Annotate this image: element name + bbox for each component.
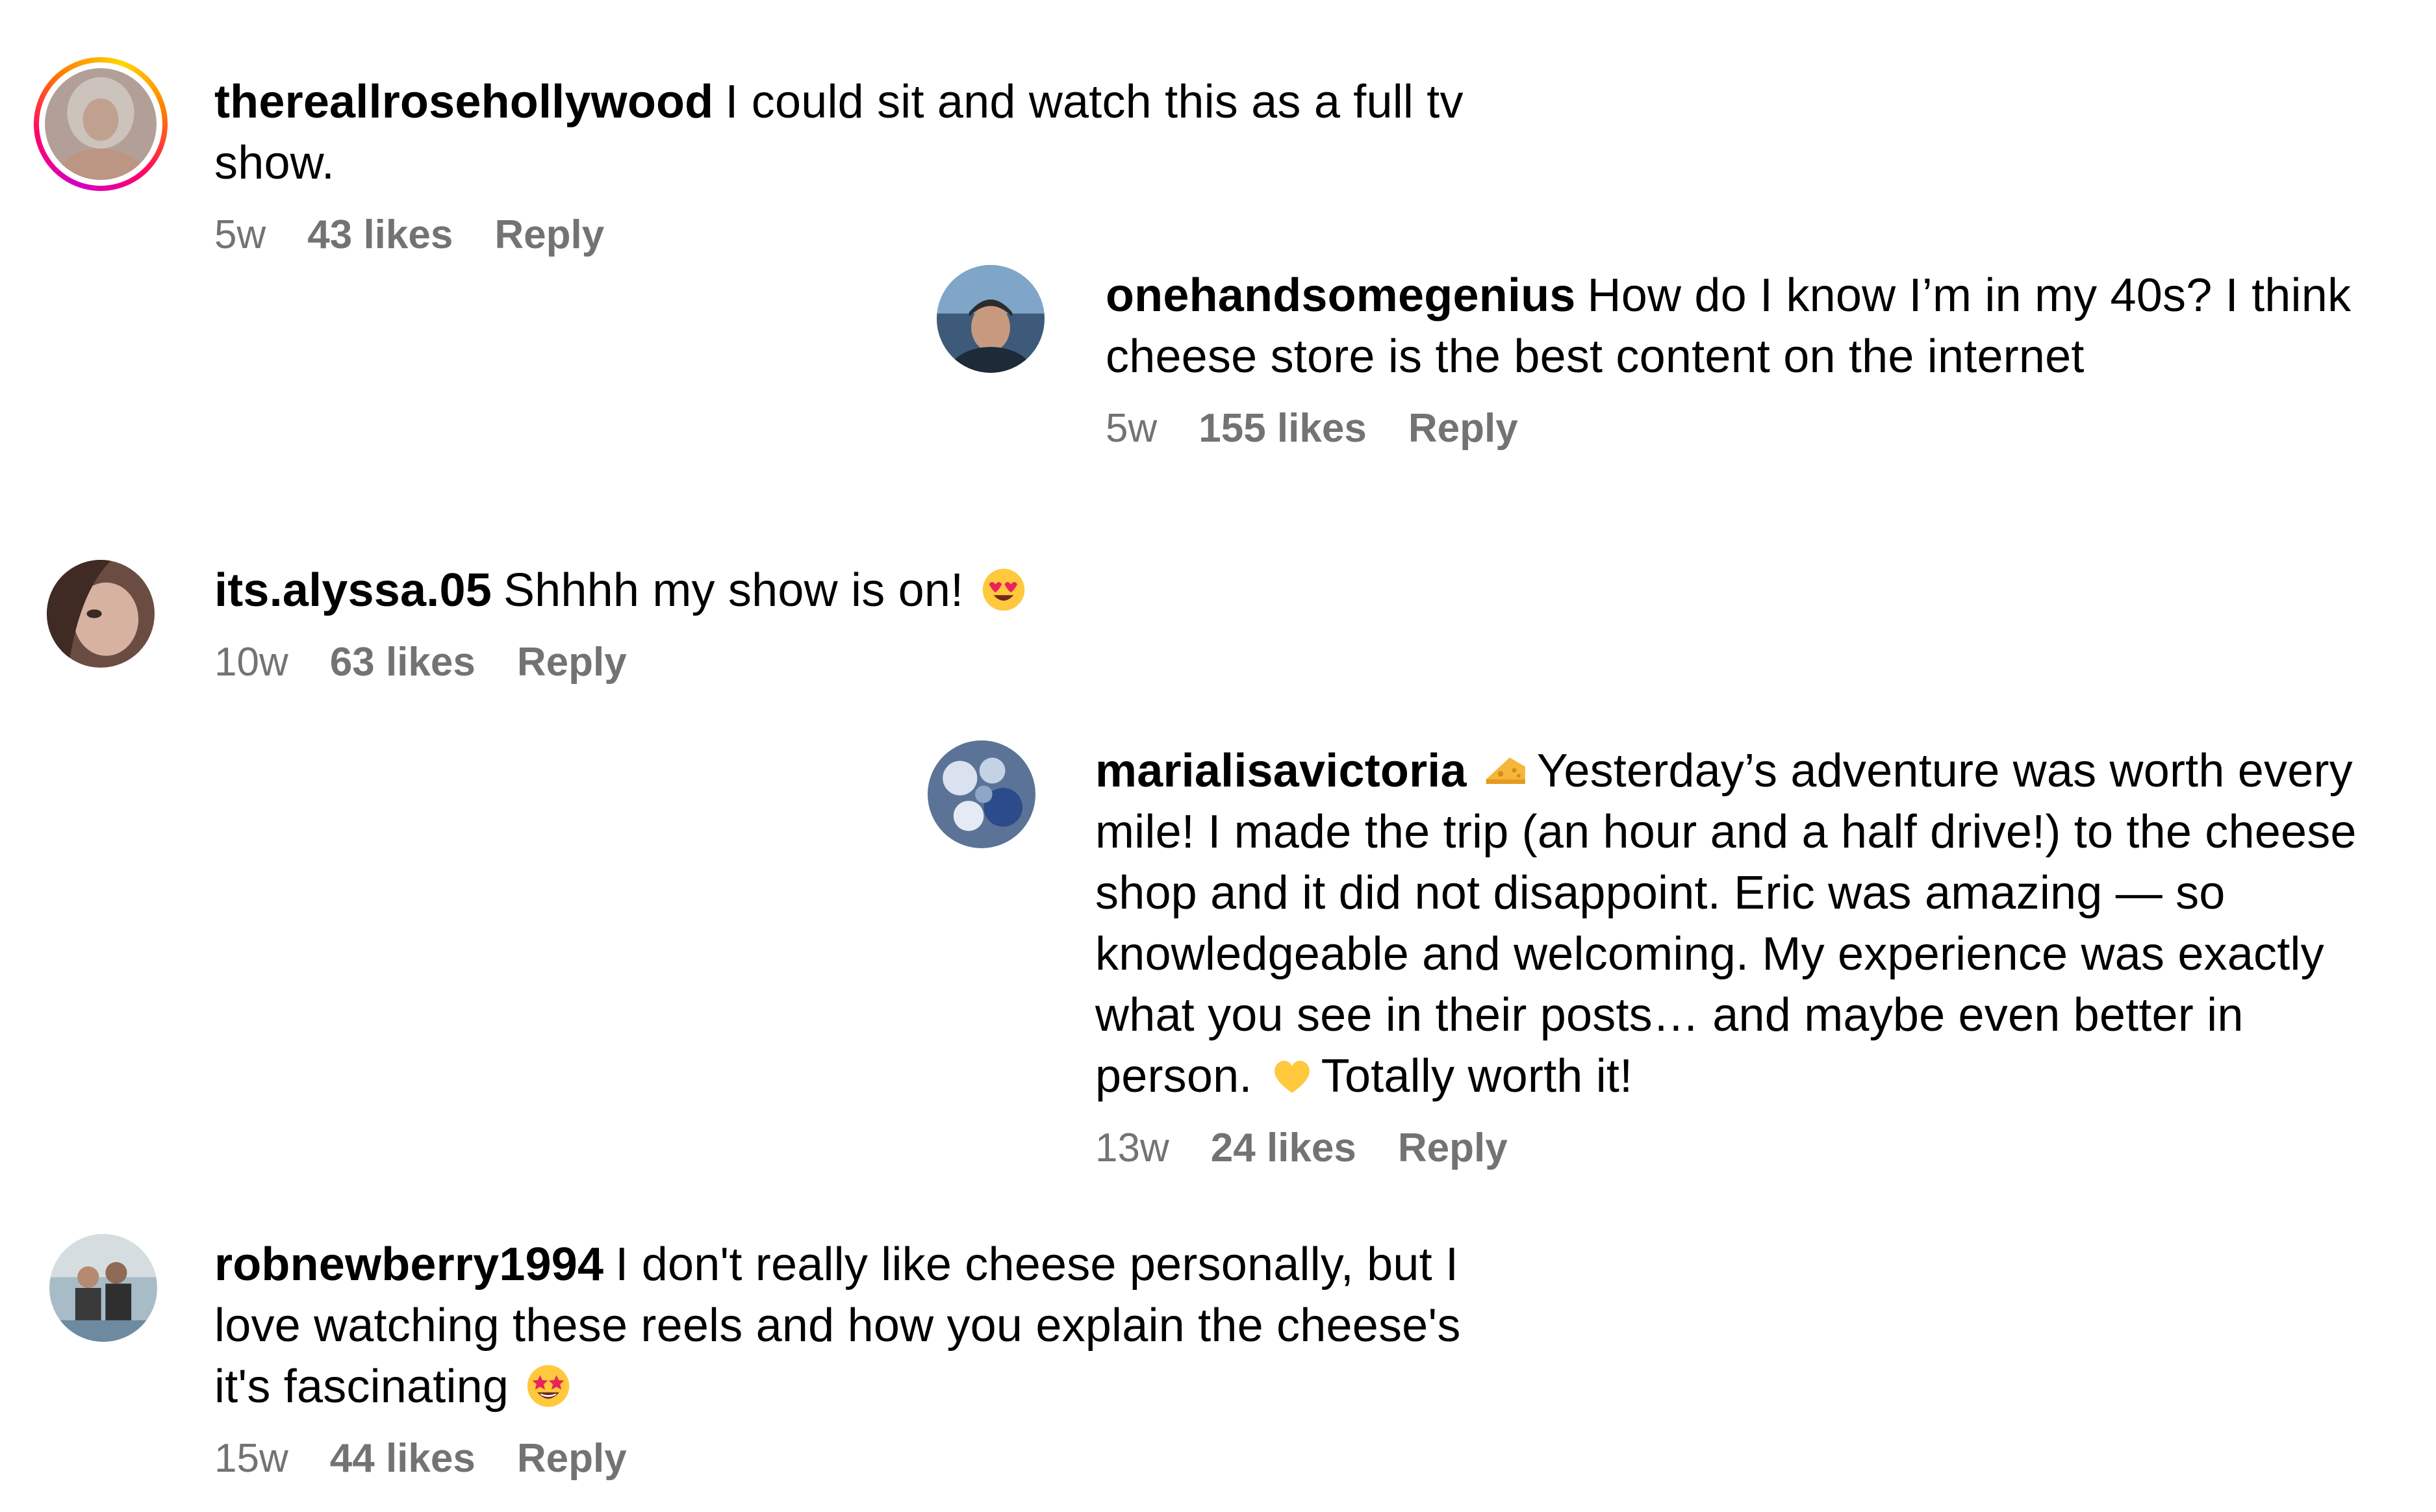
- comment-line: I could sit and watch this as a full tv: [725, 76, 1464, 128]
- comment-line: it's fascinating: [214, 1361, 509, 1413]
- reply-button[interactable]: Reply: [1408, 405, 1518, 451]
- comment-line: knowledgeable and welcoming. My experien…: [1095, 928, 2324, 980]
- avatar-image: [928, 740, 1035, 848]
- comment-line: I don't really like cheese personally, b…: [615, 1239, 1459, 1291]
- comment-line: cheese store is the best content on the …: [1106, 331, 2085, 383]
- comment-text: thereallrosehollywood I could sit and wat…: [214, 71, 1514, 194]
- avatar-image: [45, 68, 157, 180]
- timestamp[interactable]: 5w: [214, 212, 266, 258]
- comment-line: Yesterday’s adventure was worth every: [1536, 745, 2353, 797]
- timestamp[interactable]: 13w: [1095, 1125, 1169, 1171]
- reply-button[interactable]: Reply: [517, 1435, 627, 1481]
- timestamp[interactable]: 15w: [214, 1435, 288, 1481]
- comment-line: love watching these reels and how you ex…: [214, 1300, 1461, 1352]
- comment-body: marialisavictoria Yesterday’s adventure …: [1095, 740, 2420, 1171]
- comment-text: onehandsomegenius How do I know I’m in my…: [1106, 265, 2405, 387]
- comment-line: mile! I made the trip (an hour and a hal…: [1095, 806, 2357, 858]
- timestamp[interactable]: 10w: [214, 639, 288, 685]
- username[interactable]: thereallrosehollywood: [214, 76, 713, 128]
- comment-line: show.: [214, 137, 335, 189]
- username[interactable]: its.alyssa.05: [214, 564, 492, 616]
- avatar-image: [47, 560, 155, 668]
- avatar-image: [937, 265, 1045, 373]
- cheese-emoji: [1486, 757, 1525, 784]
- comment-meta: 15w 44 likes Reply: [214, 1435, 1540, 1481]
- yellow-heart-emoji: [1274, 1061, 1310, 1093]
- avatar[interactable]: [928, 740, 1035, 848]
- comment-meta: 5w 43 likes Reply: [214, 212, 1514, 258]
- avatar[interactable]: [47, 560, 155, 668]
- star-struck-emoji: [527, 1365, 570, 1407]
- avatar[interactable]: [45, 68, 157, 180]
- reply-button[interactable]: Reply: [494, 212, 604, 258]
- likes-count[interactable]: 155 likes: [1199, 405, 1367, 451]
- comment-text: its.alyssa.05 Shhhh my show is on!: [214, 560, 1514, 621]
- heart-eyes-emoji: [982, 568, 1024, 611]
- avatar-wrapper[interactable]: [928, 740, 1035, 848]
- comment-line: what you see in their posts… and maybe e…: [1095, 989, 2244, 1041]
- reply-button[interactable]: Reply: [1398, 1125, 1508, 1171]
- story-ring[interactable]: [34, 57, 168, 191]
- username[interactable]: marialisavictoria: [1095, 745, 1467, 797]
- comment-line: Shhhh my show is on!: [503, 564, 964, 616]
- comment-line: shop and it did not disappoint. Eric was…: [1095, 867, 2226, 919]
- avatar[interactable]: [937, 265, 1045, 373]
- comment-body: robnewberry1994 I don't really like chees…: [214, 1234, 1540, 1481]
- comment-meta: 10w 63 likes Reply: [214, 639, 1514, 685]
- comment-body: thereallrosehollywood I could sit and wat…: [214, 71, 1514, 258]
- comment-text: marialisavictoria Yesterday’s adventure …: [1095, 740, 2420, 1107]
- reply-button[interactable]: Reply: [517, 639, 627, 685]
- likes-count[interactable]: 44 likes: [330, 1435, 476, 1481]
- username[interactable]: robnewberry1994: [214, 1239, 603, 1291]
- comment-meta: 5w 155 likes Reply: [1106, 405, 2405, 451]
- avatar-image: [49, 1234, 157, 1342]
- avatar-wrapper[interactable]: [49, 1234, 157, 1342]
- comment-line: person.: [1095, 1050, 1252, 1102]
- avatar-wrapper[interactable]: [47, 560, 155, 668]
- comment-meta: 13w 24 likes Reply: [1095, 1125, 2420, 1171]
- avatar[interactable]: [49, 1234, 157, 1342]
- comment-body: its.alyssa.05 Shhhh my show is on! 10w 63…: [214, 560, 1514, 685]
- username[interactable]: onehandsomegenius: [1106, 270, 1576, 321]
- comment-line: Totally worth it!: [1321, 1050, 1633, 1102]
- timestamp[interactable]: 5w: [1106, 405, 1157, 451]
- likes-count[interactable]: 24 likes: [1211, 1125, 1356, 1171]
- comment-text: robnewberry1994 I don't really like chees…: [214, 1234, 1540, 1417]
- likes-count[interactable]: 43 likes: [307, 212, 453, 258]
- comment-line: How do I know I’m in my 40s? I think: [1587, 270, 2352, 321]
- avatar-wrapper[interactable]: [937, 265, 1045, 373]
- likes-count[interactable]: 63 likes: [330, 639, 476, 685]
- comment-body: onehandsomegenius How do I know I’m in my…: [1106, 265, 2405, 451]
